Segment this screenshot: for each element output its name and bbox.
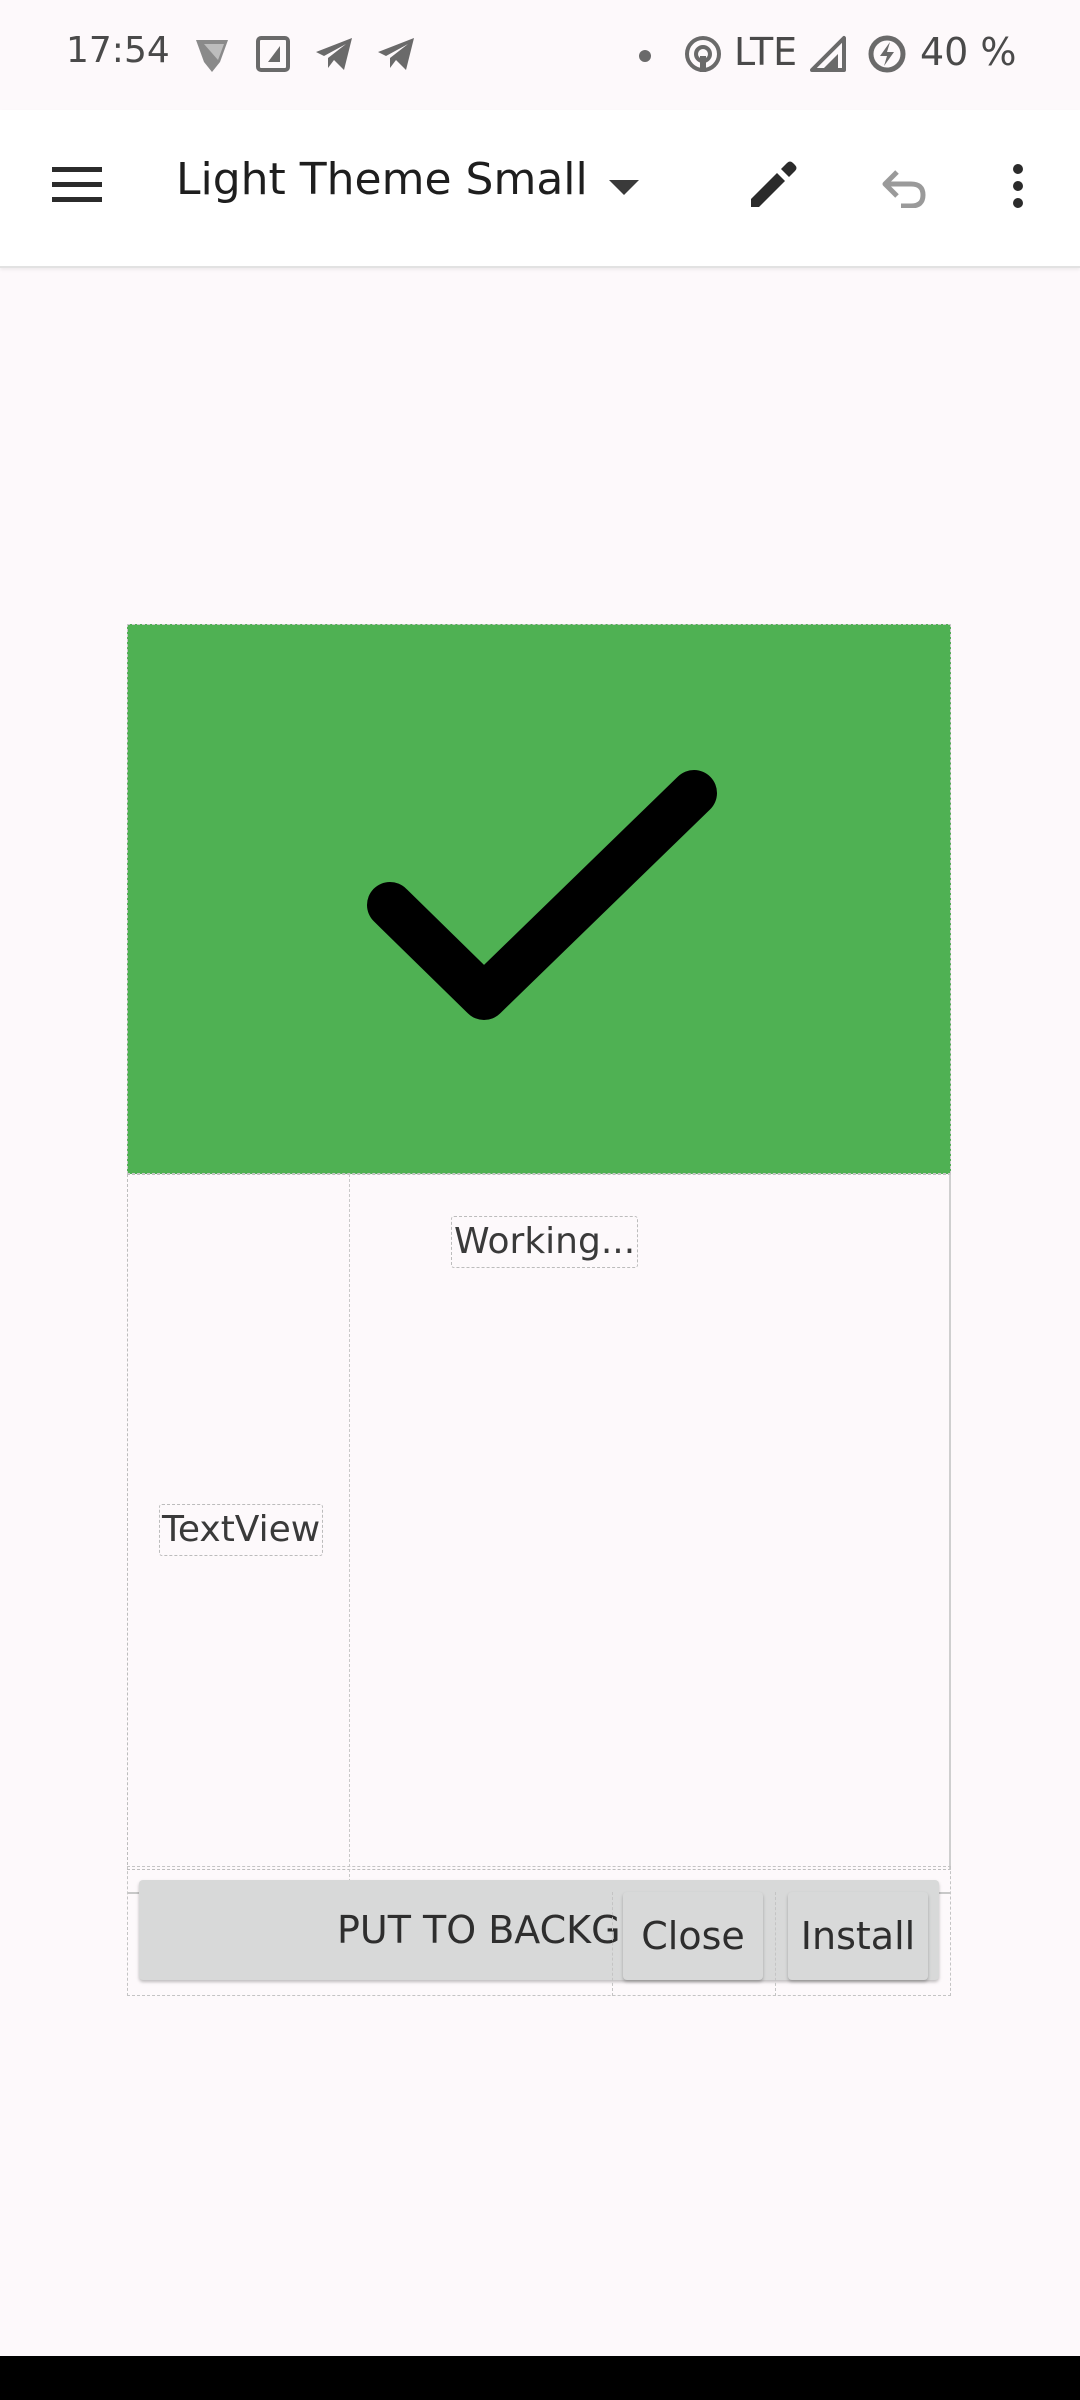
telegram-icon xyxy=(374,32,418,80)
edit-icon[interactable] xyxy=(734,148,810,224)
more-icon[interactable] xyxy=(990,148,1046,224)
network-type: LTE xyxy=(734,30,798,74)
battery-level: 40 % xyxy=(920,30,1017,74)
status-time: 17:54 xyxy=(66,30,170,71)
menu-icon[interactable] xyxy=(40,148,114,222)
theme-selector-title[interactable]: Light Theme Small xyxy=(176,154,588,205)
success-banner xyxy=(127,624,951,1174)
working-label: Working... xyxy=(451,1216,639,1268)
textview-label: TextView xyxy=(159,1504,324,1556)
notification-app-icon xyxy=(190,32,234,80)
button-separator xyxy=(612,1892,613,1996)
navigation-bar xyxy=(0,2356,1080,2400)
app-toolbar: Light Theme Small xyxy=(0,110,1080,268)
dropdown-arrow-icon[interactable] xyxy=(596,160,652,216)
column-divider xyxy=(349,1174,350,1892)
hotspot-icon xyxy=(682,32,724,80)
dot-icon xyxy=(638,48,652,67)
battery-saver-icon xyxy=(866,32,908,80)
button-separator xyxy=(775,1892,776,1996)
signal-icon xyxy=(808,32,848,80)
undo-icon[interactable] xyxy=(866,148,942,224)
install-button[interactable]: Install xyxy=(788,1892,928,1980)
close-button[interactable]: Close xyxy=(623,1892,763,1980)
telegram-icon xyxy=(312,32,356,80)
theme-preview: Working... TextView PUT TO BACKGROUND Cl… xyxy=(127,624,951,1996)
status-bar: 17:54 LTE 40 % xyxy=(0,0,1080,110)
checkmark-icon xyxy=(367,770,717,1020)
screenshot-icon xyxy=(254,32,294,80)
